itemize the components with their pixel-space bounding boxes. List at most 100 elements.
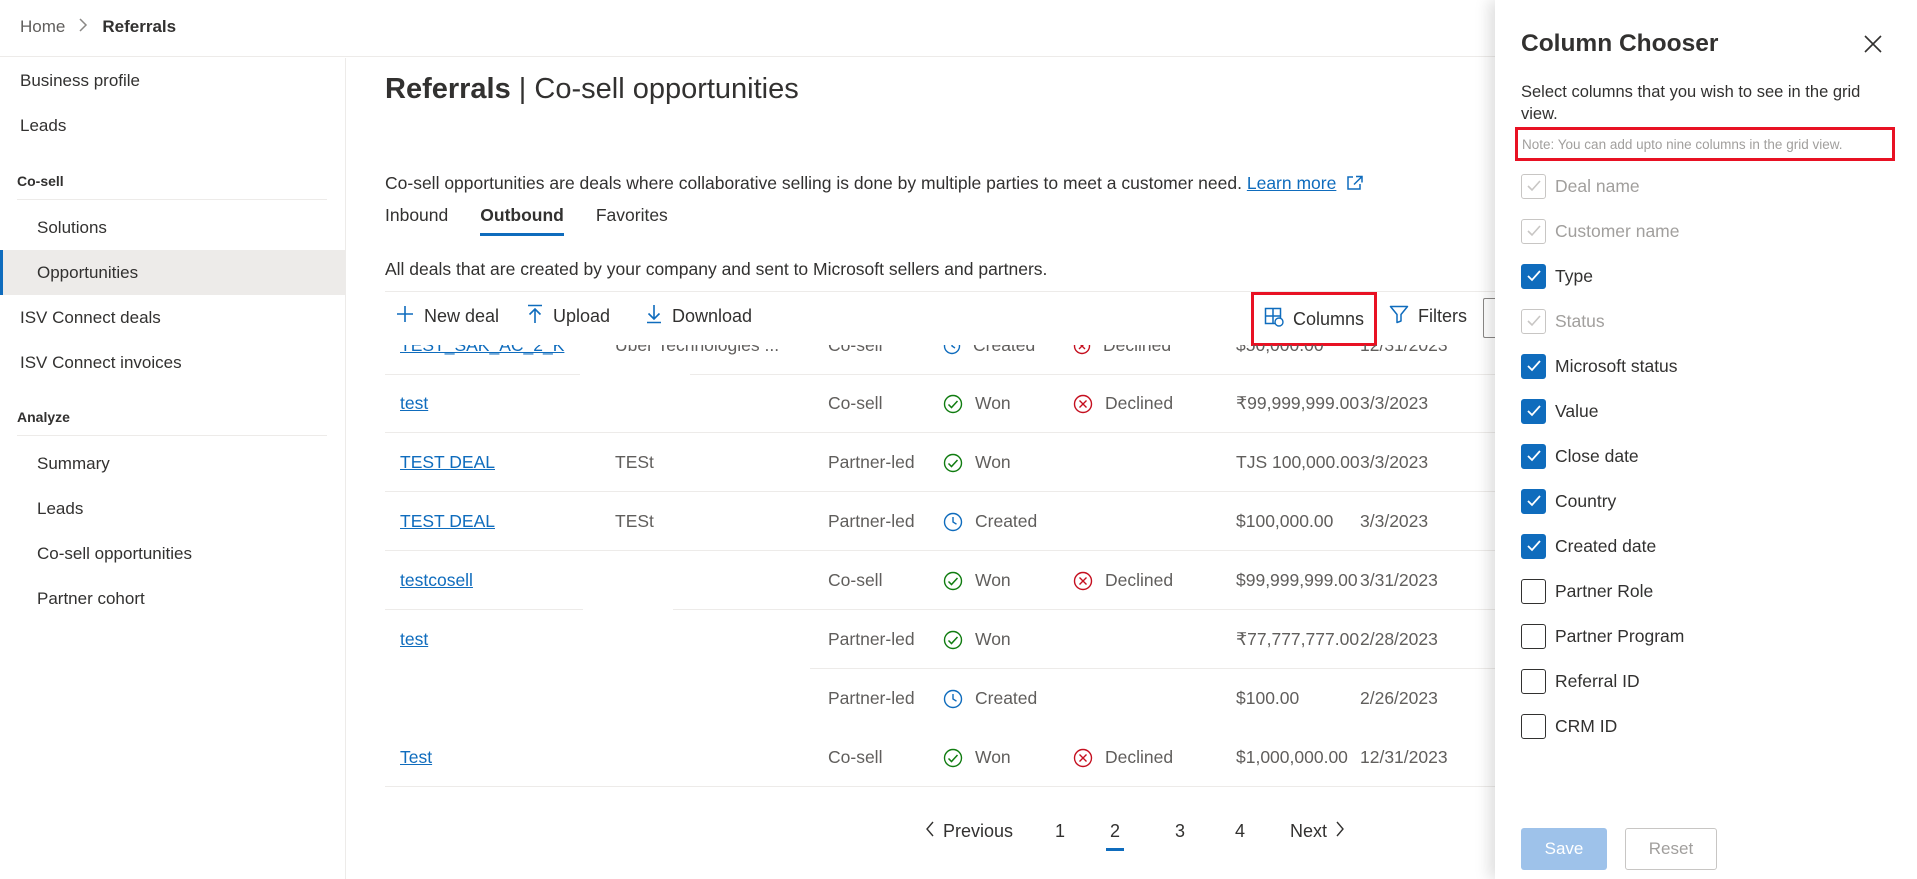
upload-button[interactable]: Upload: [526, 304, 610, 329]
column-option-partner-role[interactable]: Partner Role: [1521, 576, 1653, 606]
checkbox-checked-icon[interactable]: [1521, 353, 1546, 379]
page-4-button[interactable]: 4: [1235, 821, 1245, 842]
close-icon[interactable]: [1861, 32, 1885, 56]
checkbox-checked-icon[interactable]: [1521, 398, 1546, 424]
columns-button[interactable]: Columns: [1251, 292, 1377, 346]
deal-name-link[interactable]: testcosell: [400, 570, 473, 591]
nav-partner-cohort[interactable]: Partner cohort: [0, 576, 345, 621]
row-divider: [385, 786, 1495, 787]
page-1-button[interactable]: 1: [1055, 821, 1065, 842]
nav-solutions[interactable]: Solutions: [0, 205, 345, 250]
deal-name-link[interactable]: TEST_SAK_AC_2_K: [400, 345, 564, 356]
panel-note: Note: You can add upto nine columns in t…: [1515, 127, 1895, 161]
next-page-button[interactable]: Next: [1290, 821, 1345, 842]
status-cell: Created: [973, 345, 1036, 355]
chevron-left-icon: [925, 821, 935, 842]
download-icon: [645, 304, 663, 329]
column-option-country[interactable]: Country: [1521, 486, 1616, 516]
nav-cosell-opportunities[interactable]: Co-sell opportunities: [0, 531, 345, 576]
checkmark-circle-icon: [943, 453, 963, 473]
table-row[interactable]: test Partner-led Won ₹77,777,777.00 2/28…: [385, 610, 1495, 669]
deal-name-link[interactable]: TEST DEAL: [400, 511, 495, 532]
value-cell: ₹99,999,999.00: [1236, 393, 1360, 413]
deals-grid: TEST_SAK_AC_2_K Uber Technologies ... Co…: [385, 345, 1495, 795]
status-cell: Won: [975, 629, 1011, 649]
save-button[interactable]: Save: [1521, 828, 1607, 870]
column-option-close-date[interactable]: Close date: [1521, 441, 1639, 471]
customer-cell: TESt: [615, 511, 654, 531]
upload-icon: [526, 304, 544, 329]
date-cell: 2/26/2023: [1360, 688, 1438, 708]
dismiss-circle-icon: [1073, 571, 1093, 591]
table-row[interactable]: TEST DEAL TESt Partner-led Created $100,…: [385, 492, 1495, 551]
table-row[interactable]: testcosell Co-sell Won Declined $99,999,…: [385, 551, 1495, 610]
ms-status-cell: Declined: [1105, 393, 1174, 413]
checkbox-checked-icon[interactable]: [1521, 263, 1546, 289]
left-nav: Business profile Leads Co-sell Solutions…: [0, 58, 346, 879]
filters-button[interactable]: Filters: [1389, 304, 1467, 329]
deal-name-link[interactable]: test: [400, 393, 428, 414]
breadcrumb-home[interactable]: Home: [20, 17, 65, 37]
nav-business-profile[interactable]: Business profile: [0, 58, 345, 103]
date-cell: 12/31/2023: [1360, 747, 1448, 767]
checkbox-unchecked-icon[interactable]: [1521, 713, 1546, 739]
next-label: Next: [1290, 821, 1328, 841]
checkbox-checked-disabled-icon: [1521, 308, 1546, 334]
columns-icon: [1264, 307, 1284, 332]
nav-opportunities[interactable]: Opportunities: [0, 250, 345, 295]
reset-button[interactable]: Reset: [1625, 828, 1717, 870]
nav-summary[interactable]: Summary: [0, 441, 345, 486]
tab-description: All deals that are created by your compa…: [385, 259, 1048, 279]
page-3-button[interactable]: 3: [1175, 821, 1185, 842]
type-cell: Partner-led: [828, 511, 915, 531]
new-deal-button[interactable]: New deal: [395, 304, 499, 329]
nav-isv-connect-invoices[interactable]: ISV Connect invoices: [0, 340, 345, 385]
checkbox-checked-icon[interactable]: [1521, 533, 1546, 559]
checkbox-checked-icon[interactable]: [1521, 488, 1546, 514]
table-row[interactable]: Test Co-sell Won Declined $1,000,000.00 …: [385, 728, 1495, 787]
clock-icon: [943, 345, 961, 355]
column-option-microsoft-status[interactable]: Microsoft status: [1521, 351, 1678, 381]
table-row[interactable]: test Co-sell Won Declined ₹99,999,999.00…: [385, 374, 1495, 433]
column-option-created-date[interactable]: Created date: [1521, 531, 1656, 561]
column-option-type[interactable]: Type: [1521, 261, 1593, 291]
table-row[interactable]: TEST_SAK_AC_2_K Uber Technologies ... Co…: [385, 345, 1495, 375]
deal-name-link[interactable]: test: [400, 629, 428, 650]
nav-analyze-leads[interactable]: Leads: [0, 486, 345, 531]
deal-name-link[interactable]: TEST DEAL: [400, 452, 495, 473]
nav-leads[interactable]: Leads: [0, 103, 345, 148]
checkbox-unchecked-icon[interactable]: [1521, 578, 1546, 604]
nav-group-cosell: Co-sell: [17, 173, 327, 200]
tab-list: Inbound Outbound Favorites: [385, 205, 700, 236]
deal-name-link[interactable]: Test: [400, 747, 432, 768]
column-option-crm-id[interactable]: CRM ID: [1521, 711, 1617, 741]
breadcrumb: Home Referrals: [20, 17, 176, 37]
checkmark-circle-icon: [943, 571, 963, 591]
checkbox-unchecked-icon[interactable]: [1521, 668, 1546, 694]
type-cell: Partner-led: [828, 688, 915, 708]
tab-outbound[interactable]: Outbound: [480, 205, 564, 236]
toolbar: New deal Upload Download Columns Filters: [385, 291, 1503, 346]
status-cell: Created: [975, 688, 1038, 708]
table-row[interactable]: TEST DEAL TESt Partner-led Won TJS 100,0…: [385, 433, 1495, 492]
column-option-status: Status: [1521, 306, 1605, 336]
checkbox-checked-icon[interactable]: [1521, 443, 1546, 469]
column-option-partner-program[interactable]: Partner Program: [1521, 621, 1684, 651]
ms-status-cell: Declined: [1105, 747, 1174, 767]
download-button[interactable]: Download: [645, 304, 752, 329]
nav-isv-connect-deals[interactable]: ISV Connect deals: [0, 295, 345, 340]
page-2-button[interactable]: 2: [1106, 821, 1125, 851]
add-icon: [395, 304, 415, 329]
table-row[interactable]: Partner-led Created $100.00 2/26/2023: [385, 669, 1495, 728]
type-cell: Co-sell: [828, 345, 883, 355]
checkbox-unchecked-icon[interactable]: [1521, 623, 1546, 649]
column-option-value[interactable]: Value: [1521, 396, 1598, 426]
tab-inbound[interactable]: Inbound: [385, 205, 448, 236]
previous-page-button[interactable]: Previous: [925, 821, 1013, 842]
tab-favorites[interactable]: Favorites: [596, 205, 668, 236]
learn-more-link[interactable]: Learn more: [1247, 173, 1337, 193]
checkmark-circle-icon: [943, 630, 963, 650]
date-cell: 3/31/2023: [1360, 570, 1438, 590]
column-option-referral-id[interactable]: Referral ID: [1521, 666, 1640, 696]
column-chooser-panel: Column Chooser Select columns that you w…: [1495, 0, 1917, 879]
